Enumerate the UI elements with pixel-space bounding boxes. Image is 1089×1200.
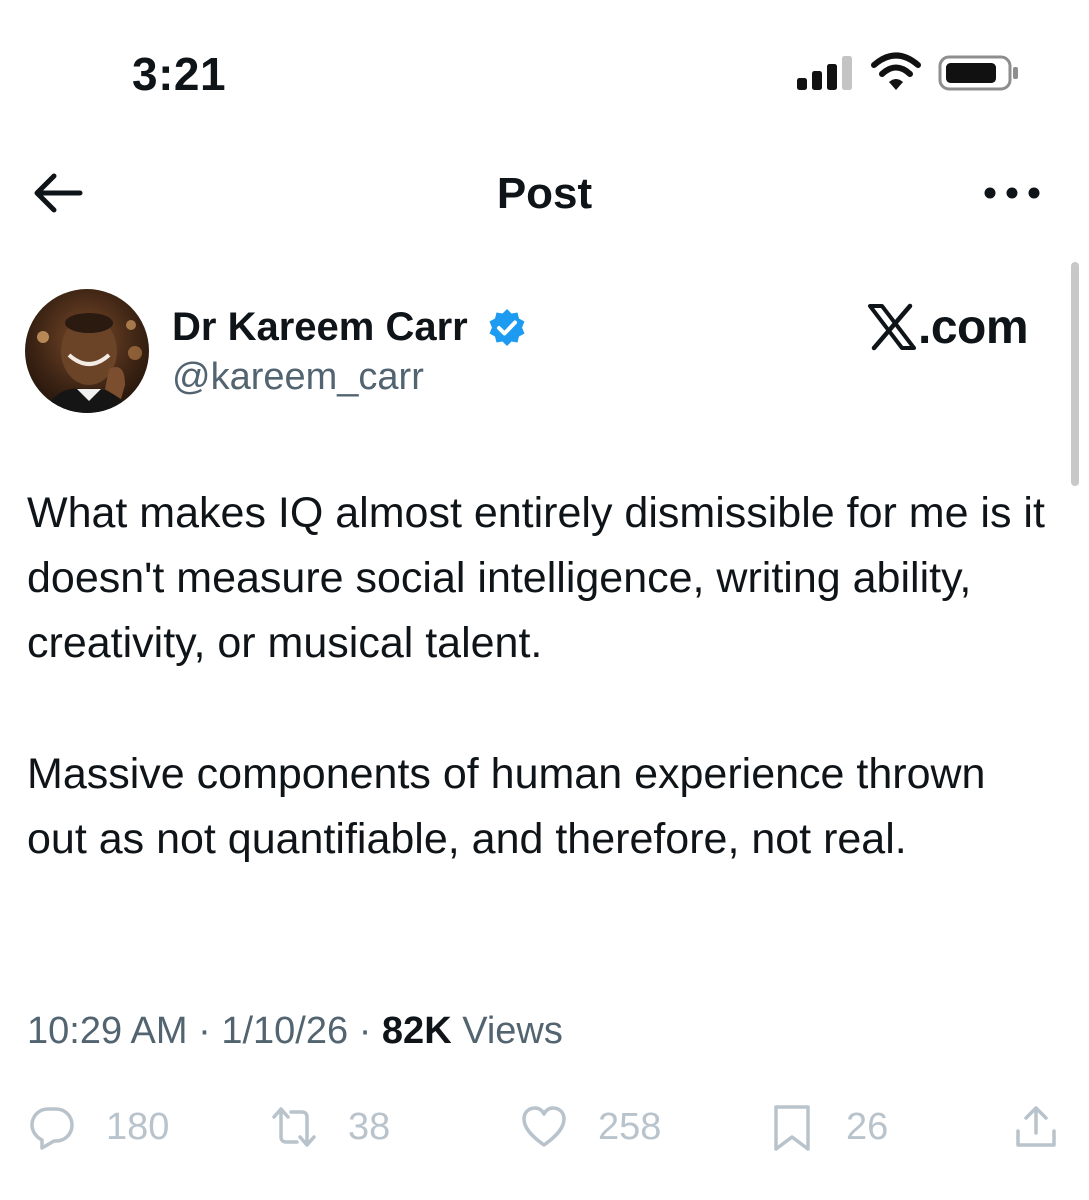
post-meta: 10:29 AM · 1/10/26 · 82K Views bbox=[27, 1008, 563, 1054]
views-count[interactable]: 82K bbox=[382, 1010, 452, 1052]
bookmark-icon bbox=[774, 1105, 810, 1151]
tweet-paragraph-2: Massive components of human experience t… bbox=[27, 750, 986, 863]
author-handle[interactable]: @kareem_carr bbox=[172, 354, 424, 400]
verified-badge-icon[interactable] bbox=[486, 307, 528, 349]
x-com-watermark: .com bbox=[866, 300, 1036, 356]
reply-icon bbox=[30, 1107, 74, 1150]
post-time: 10:29 AM bbox=[27, 1010, 188, 1052]
watermark-text: .com bbox=[918, 301, 1029, 354]
bookmark-count: 26 bbox=[846, 1106, 889, 1148]
meta-separator: · bbox=[187, 1010, 222, 1052]
avatar[interactable] bbox=[25, 289, 149, 413]
heart-icon bbox=[522, 1106, 566, 1147]
views-label: Views bbox=[451, 1010, 563, 1052]
status-time: 3:21 bbox=[132, 48, 227, 100]
avatar-image bbox=[25, 289, 149, 413]
page-title: Post bbox=[496, 169, 593, 218]
bookmark-button[interactable]: 26 bbox=[768, 1100, 888, 1154]
x-logo-icon bbox=[868, 303, 916, 351]
wifi-icon bbox=[871, 52, 921, 90]
post-date[interactable]: 1/10/26 bbox=[221, 1010, 348, 1052]
like-button[interactable]: 258 bbox=[520, 1100, 661, 1154]
share-button[interactable] bbox=[1012, 1100, 1060, 1154]
reply-count: 180 bbox=[106, 1106, 170, 1148]
cellular-signal-icon bbox=[797, 56, 852, 90]
more-options-icon[interactable] bbox=[982, 180, 1042, 206]
reply-button[interactable]: 180 bbox=[28, 1100, 169, 1154]
share-icon bbox=[1016, 1106, 1056, 1147]
meta-separator: · bbox=[348, 1010, 382, 1052]
like-count: 258 bbox=[598, 1106, 662, 1148]
tweet-paragraph-1: What makes IQ almost entirely dismissibl… bbox=[27, 489, 1045, 667]
scrollbar[interactable] bbox=[1071, 262, 1079, 486]
repost-button[interactable]: 38 bbox=[270, 1100, 390, 1154]
repost-icon bbox=[272, 1107, 316, 1147]
battery-icon bbox=[938, 55, 1018, 91]
author-name[interactable]: Dr Kareem Carr bbox=[172, 303, 468, 351]
repost-count: 38 bbox=[348, 1106, 391, 1148]
